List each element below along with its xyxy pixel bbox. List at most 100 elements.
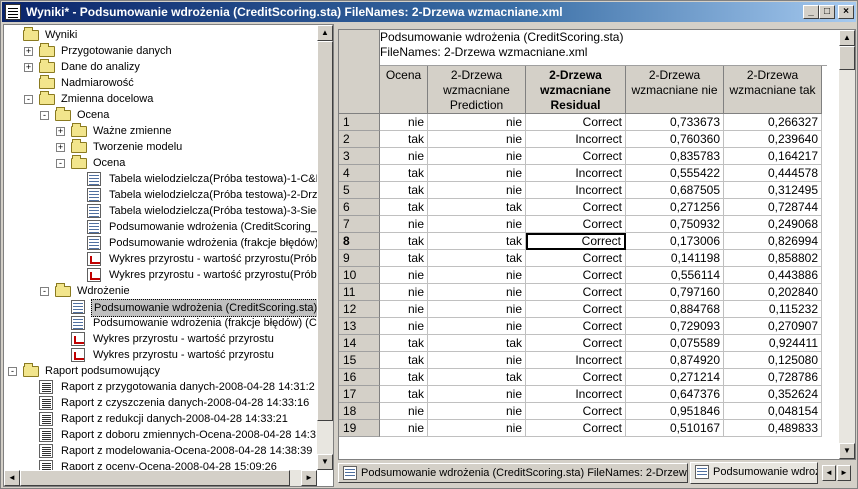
tree-item[interactable]: Podsumowanie wdrożenia (frakcje błędów) … — [4, 235, 333, 251]
row-header[interactable]: 18 — [339, 403, 380, 420]
table-cell[interactable]: 0,115232 — [724, 301, 822, 318]
table-cell[interactable]: 0,510167 — [626, 420, 724, 437]
row-header[interactable]: 1 — [339, 114, 380, 131]
table-cell[interactable]: Correct — [526, 369, 626, 386]
tree-item[interactable]: Wykres przyrostu - wartość przyrostu — [4, 331, 316, 347]
collapse-icon[interactable]: - — [40, 287, 49, 296]
table-cell[interactable]: Correct — [526, 284, 626, 301]
document-tab[interactable]: Podsumowanie wdrożenia (CreditScoring.st… — [338, 463, 688, 483]
table-cell[interactable]: 0,858802 — [724, 250, 822, 267]
row-header[interactable]: 9 — [339, 250, 380, 267]
tree-item[interactable]: - Ocena — [4, 107, 316, 123]
column-header[interactable]: 2-Drzewa wzmacniane Prediction — [428, 66, 526, 114]
tree-item[interactable]: Podsumowanie wdrożenia (CreditScoring_Va… — [4, 219, 333, 235]
table-cell[interactable]: Incorrect — [526, 386, 626, 403]
tree-item[interactable]: - Ocena — [4, 155, 316, 171]
results-tree[interactable]: Wyniki + Przygotowanie danych + Dane do anal… — [3, 24, 334, 487]
column-header[interactable]: 2-Drzewa wzmacniane nie — [626, 66, 724, 114]
table-cell[interactable]: nie — [428, 352, 526, 369]
row-header[interactable]: 3 — [339, 148, 380, 165]
tree-item[interactable]: Podsumowanie wdrożenia (frakcje błędów) … — [4, 315, 317, 331]
expand-icon[interactable]: + — [24, 63, 33, 72]
table-cell[interactable]: Correct — [526, 148, 626, 165]
table-cell[interactable]: 0,075589 — [626, 335, 724, 352]
scroll-thumb[interactable] — [317, 41, 333, 421]
scroll-up-button[interactable]: ▲ — [839, 30, 855, 46]
tree-item[interactable]: Raport z redukcji danych-2008-04-28 14:3… — [4, 411, 316, 427]
table-cell[interactable]: 0,489833 — [724, 420, 822, 437]
table-cell[interactable]: 0,443886 — [724, 267, 822, 284]
table-cell[interactable]: Correct — [526, 199, 626, 216]
table-cell[interactable]: tak — [428, 199, 526, 216]
table-cell[interactable]: 0,728786 — [724, 369, 822, 386]
table-cell[interactable]: tak — [380, 369, 428, 386]
table-cell[interactable]: nie — [380, 148, 428, 165]
sheet-vertical-scrollbar[interactable]: ▲ ▼ — [839, 30, 855, 459]
table-cell[interactable]: nie — [428, 165, 526, 182]
scroll-thumb[interactable] — [839, 46, 855, 70]
tree-item[interactable]: + Ważne zmienne — [4, 123, 316, 139]
table-cell[interactable]: Correct — [526, 301, 626, 318]
table-cell[interactable]: tak — [380, 233, 428, 250]
table-cell[interactable]: tak — [380, 386, 428, 403]
row-header[interactable]: 10 — [339, 267, 380, 284]
table-cell[interactable]: 0,556114 — [626, 267, 724, 284]
table-cell[interactable]: Correct — [526, 318, 626, 335]
table-cell[interactable]: Correct — [526, 420, 626, 437]
tree-item[interactable]: + Przygotowanie danych — [4, 43, 316, 59]
table-cell[interactable]: nie — [428, 182, 526, 199]
collapse-icon[interactable]: - — [56, 159, 65, 168]
table-cell[interactable]: 0,202840 — [724, 284, 822, 301]
maximize-button[interactable]: □ — [819, 5, 835, 19]
tree-item[interactable]: - Wdrożenie — [4, 283, 316, 299]
table-cell[interactable]: Correct — [526, 216, 626, 233]
active-cell[interactable]: Correct — [526, 233, 626, 250]
table-cell[interactable]: nie — [428, 420, 526, 437]
collapse-icon[interactable]: - — [8, 367, 17, 376]
tree-item[interactable]: - Raport podsumowujący — [4, 363, 316, 379]
tree-item[interactable]: Podsumowanie wdrożenia (CreditScoring.st… — [4, 299, 321, 317]
document-tab[interactable]: Podsumowanie wdroże — [690, 462, 818, 484]
column-header[interactable]: Ocena — [380, 66, 428, 114]
table-cell[interactable]: 0,249068 — [724, 216, 822, 233]
spreadsheet[interactable]: Podsumowanie wdrożenia (CreditScoring.st… — [338, 29, 856, 460]
table-cell[interactable]: tak — [380, 250, 428, 267]
close-button[interactable]: × — [838, 5, 854, 19]
scroll-down-button[interactable]: ▼ — [839, 443, 855, 459]
table-cell[interactable]: 0,270907 — [724, 318, 822, 335]
scroll-left-button[interactable]: ◄ — [4, 470, 20, 486]
table-cell[interactable]: Correct — [526, 114, 626, 131]
row-header[interactable]: 7 — [339, 216, 380, 233]
tab-prev-button[interactable]: ◄ — [822, 465, 836, 481]
table-cell[interactable]: tak — [428, 369, 526, 386]
app-icon[interactable] — [5, 4, 21, 20]
table-cell[interactable]: 0,728744 — [724, 199, 822, 216]
table-cell[interactable]: 0,048154 — [724, 403, 822, 420]
table-cell[interactable]: 0,444578 — [724, 165, 822, 182]
table-cell[interactable]: 0,164217 — [724, 148, 822, 165]
tree-item[interactable]: Wykres przyrostu - wartość przyrostu(Pró… — [4, 251, 323, 267]
table-cell[interactable]: 0,750932 — [626, 216, 724, 233]
table-cell[interactable]: Incorrect — [526, 352, 626, 369]
table-cell[interactable]: tak — [428, 233, 526, 250]
table-cell[interactable]: 0,760360 — [626, 131, 724, 148]
table-cell[interactable]: tak — [380, 131, 428, 148]
tree-vertical-scrollbar[interactable]: ▲ ▼ — [317, 25, 333, 470]
row-header[interactable]: 17 — [339, 386, 380, 403]
expand-icon[interactable]: + — [56, 127, 65, 136]
table-cell[interactable]: 0,141198 — [626, 250, 724, 267]
row-header[interactable]: 2 — [339, 131, 380, 148]
table-cell[interactable]: 0,271214 — [626, 369, 724, 386]
table-cell[interactable]: nie — [380, 114, 428, 131]
tree-item[interactable]: Raport z doboru zmiennych-Ocena-2008-04-… — [4, 427, 316, 443]
table-cell[interactable]: 0,647376 — [626, 386, 724, 403]
table-cell[interactable]: tak — [380, 165, 428, 182]
table-cell[interactable]: tak — [380, 352, 428, 369]
table-cell[interactable]: nie — [380, 318, 428, 335]
table-cell[interactable]: 0,826994 — [724, 233, 822, 250]
table-cell[interactable]: nie — [380, 284, 428, 301]
row-header[interactable]: 8 — [339, 233, 380, 250]
table-cell[interactable]: nie — [380, 216, 428, 233]
table-cell[interactable]: 0,266327 — [724, 114, 822, 131]
row-header[interactable]: 4 — [339, 165, 380, 182]
